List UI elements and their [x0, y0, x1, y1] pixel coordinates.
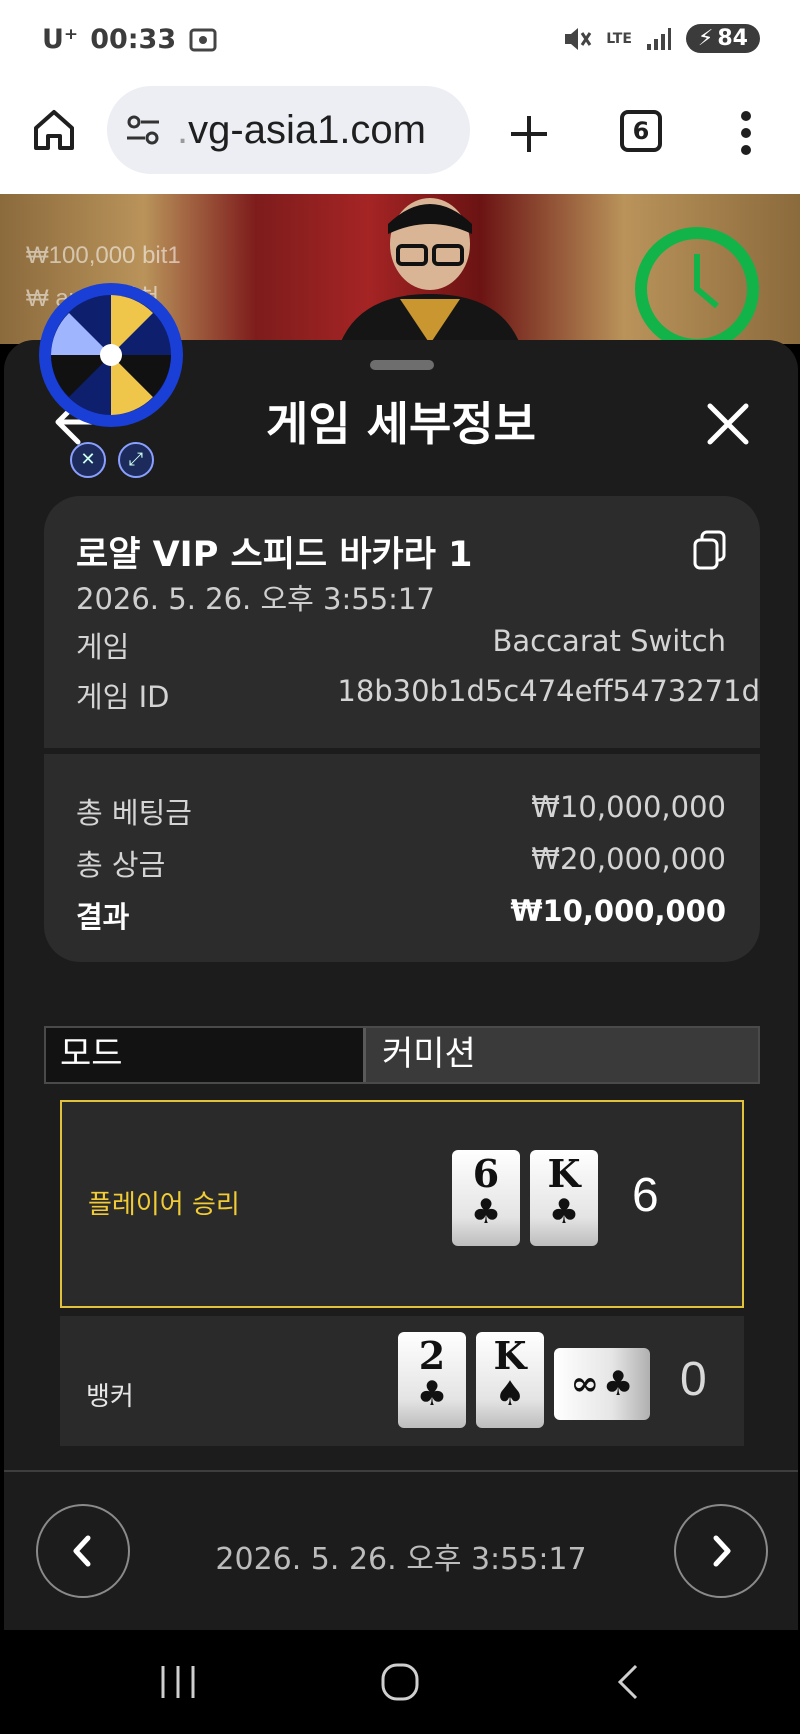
- player-result-label: 플레이어 승리: [88, 1190, 240, 1220]
- battery-level: 84: [717, 26, 748, 51]
- game-id-value: 18b30b1d5c474eff5473271d: [337, 674, 760, 708]
- banker-result-panel: 뱅커 2 ♣ K ♠ ∞ ♣ 0: [60, 1316, 744, 1446]
- result-value: ₩10,000,000: [510, 894, 726, 928]
- wheel-close-icon[interactable]: ✕: [70, 442, 106, 478]
- chevron-right-icon: [713, 1535, 731, 1567]
- total-prize-row: 총 상금 ₩20,000,000: [76, 842, 726, 884]
- charging-icon: ⚡: [697, 26, 714, 51]
- ticker-line-1: ₩100,000 bit1: [26, 242, 181, 269]
- more-menu-icon[interactable]: [736, 108, 756, 158]
- result-label: 결과: [76, 900, 130, 934]
- system-navigation-bar: [0, 1630, 800, 1734]
- dealer-image: [340, 198, 520, 344]
- next-round-button[interactable]: [674, 1504, 768, 1598]
- new-tab-icon[interactable]: [505, 110, 553, 158]
- game-summary-card: 로얄 VIP 스피드 바카라 1 2026. 5. 26. 오후 3:55:17…: [44, 496, 760, 962]
- status-bar: U⁺ 00:33 LTE ⚡ 84: [0, 0, 800, 84]
- tab-mode[interactable]: 모드: [46, 1028, 366, 1082]
- player-card-2: K ♣: [530, 1150, 598, 1246]
- battery-indicator: ⚡ 84: [685, 24, 760, 53]
- game-type-row: 게임 Baccarat Switch: [76, 624, 726, 666]
- address-bar[interactable]: .vg-asia1.com: [107, 86, 470, 174]
- player-result-panel: 플레이어 승리 6 ♣ K ♣ 6: [60, 1100, 744, 1308]
- sheet-drag-handle[interactable]: [370, 360, 434, 370]
- network-type: LTE: [606, 30, 632, 47]
- carrier-label: U⁺: [42, 24, 79, 55]
- prize-wheel-widget[interactable]: [36, 280, 186, 430]
- mute-icon: [565, 27, 592, 50]
- banker-result-label: 뱅커: [86, 1382, 134, 1412]
- banker-score: 0: [680, 1353, 707, 1406]
- url-text[interactable]: .vg-asia1.com: [177, 108, 426, 153]
- card-divider: [44, 748, 760, 754]
- wheel-expand-icon[interactable]: ⤢: [118, 442, 154, 478]
- banker-card-1: 2 ♣: [398, 1332, 466, 1428]
- banker-card-2: K ♠: [476, 1332, 544, 1428]
- home-button-icon[interactable]: [380, 1660, 420, 1704]
- game-id-row: 게임 ID 18b30b1d5c474eff5473271d: [76, 674, 760, 716]
- tab-switcher-button[interactable]: 6: [620, 110, 662, 152]
- signal-icon: [646, 27, 671, 50]
- game-id-label: 게임 ID: [76, 680, 170, 714]
- home-icon[interactable]: [30, 106, 78, 154]
- game-type-value: Baccarat Switch: [492, 624, 727, 658]
- game-details-sheet: 게임 세부정보 로얄 VIP 스피드 바카라 1 2026. 5. 26. 오후…: [4, 340, 798, 1630]
- screenshot-icon: [189, 28, 217, 51]
- recent-apps-icon[interactable]: [158, 1660, 198, 1704]
- site-settings-icon[interactable]: [125, 112, 161, 148]
- player-card-1: 6 ♣: [452, 1150, 520, 1246]
- view-tabs: 모드 커미션: [44, 1026, 760, 1084]
- result-row: 결과 ₩10,000,000: [76, 894, 726, 936]
- game-datetime: 2026. 5. 26. 오후 3:55:17: [76, 582, 435, 616]
- game-name: 로얄 VIP 스피드 바카라 1: [76, 535, 473, 575]
- browser-toolbar: .vg-asia1.com 6: [0, 84, 800, 194]
- total-prize-label: 총 상금: [76, 848, 166, 882]
- total-bet-label: 총 베팅금: [76, 796, 192, 830]
- game-type-label: 게임: [76, 630, 130, 664]
- total-bet-row: 총 베팅금 ₩10,000,000: [76, 790, 726, 832]
- timer-icon: [635, 227, 759, 344]
- footer-divider: [4, 1470, 798, 1472]
- total-bet-value: ₩10,000,000: [531, 790, 726, 824]
- tab-commission[interactable]: 커미션: [366, 1028, 758, 1082]
- back-button-icon[interactable]: [612, 1660, 642, 1704]
- copy-icon[interactable]: [692, 530, 728, 570]
- clock-time: 00:33: [90, 24, 177, 55]
- close-icon[interactable]: [704, 400, 752, 448]
- player-score: 6: [632, 1169, 659, 1222]
- total-prize-value: ₩20,000,000: [531, 842, 726, 876]
- banker-card-3-sideways: ∞ ♣: [554, 1348, 650, 1420]
